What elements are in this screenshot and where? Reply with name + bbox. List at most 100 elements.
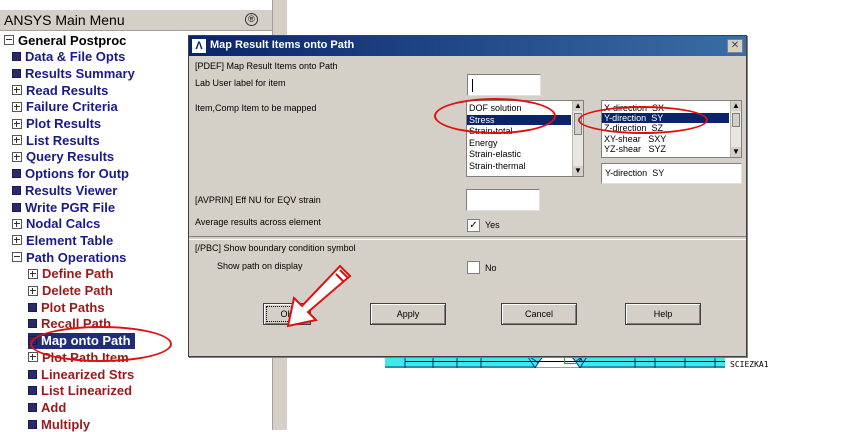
expand-icon <box>12 118 22 129</box>
dialog-title-bar[interactable]: Λ Map Result Items onto Path ✕ <box>189 36 746 56</box>
scroll-thumb[interactable] <box>732 113 740 127</box>
menu-title: ANSYS Main Menu <box>4 12 125 28</box>
menu-item[interactable]: Path Operations <box>12 249 126 265</box>
menu-leaf-icon <box>12 68 21 78</box>
menu-leaf-icon <box>28 386 37 396</box>
menu-item-label: Delete Path <box>42 283 113 298</box>
scroll-down-icon[interactable]: ▼ <box>573 166 583 176</box>
close-icon[interactable]: ✕ <box>727 39 743 53</box>
lab-input[interactable] <box>467 74 541 96</box>
menu-leaf-icon <box>12 185 21 195</box>
path-line <box>405 361 725 362</box>
menu-leaf-icon <box>28 369 37 379</box>
menu-item-label: Failure Criteria <box>26 99 118 115</box>
menu-leaf-icon <box>12 52 21 62</box>
menu-item[interactable]: Write PGR File <box>12 199 115 215</box>
menu-item-label: List Results <box>26 132 100 148</box>
menu-item[interactable]: Element Table <box>12 232 113 248</box>
expand-icon <box>28 285 38 296</box>
avprin-input[interactable] <box>466 189 540 211</box>
menu-item[interactable]: List Linearized <box>28 383 132 399</box>
cancel-button[interactable]: Cancel <box>501 303 577 325</box>
menu-item-label: Read Results <box>26 82 109 98</box>
annotation-arrow-icon <box>286 264 352 328</box>
menu-item-label: Results Summary <box>25 65 135 81</box>
menu-item-label: Data & File Opts <box>25 49 126 65</box>
selected-component-field[interactable]: Y-direction SY <box>601 163 742 184</box>
menu-item[interactable]: Plot Results <box>12 116 101 132</box>
axis-x-marker <box>564 363 576 364</box>
menu-item[interactable]: Nodal Calcs <box>12 216 100 232</box>
item-option[interactable]: Strain-thermal <box>469 161 571 171</box>
menu-item-label: Path Operations <box>26 249 127 265</box>
menu-header: ANSYS Main Menu ® <box>0 10 272 31</box>
scroll-down-icon[interactable]: ▼ <box>731 147 741 157</box>
expand-icon <box>12 101 22 112</box>
expand-icon <box>12 235 22 246</box>
menu-item[interactable]: Add <box>28 399 66 415</box>
menu-item[interactable]: Delete Path <box>28 283 113 299</box>
menu-leaf-icon <box>28 319 37 329</box>
scroll-up-icon[interactable]: ▲ <box>573 101 583 111</box>
show-path-checkbox[interactable] <box>467 261 480 274</box>
apply-button[interactable]: Apply <box>370 303 446 325</box>
collapse-icon <box>12 252 22 263</box>
path-name-label: SCIEZKA1 <box>730 360 769 369</box>
component-option[interactable]: YZ-shear SYZ <box>604 144 729 154</box>
menu-item-label: Linearized Strs <box>41 366 135 382</box>
menu-item[interactable]: Data & File Opts <box>12 49 125 65</box>
menu-item[interactable]: Linearized Strs <box>28 366 134 382</box>
menu-item-label: Define Path <box>42 266 114 282</box>
ansys-logo-icon: Λ <box>192 39 206 53</box>
show-path-option-label: No <box>485 263 497 273</box>
menu-item[interactable]: Options for Outp <box>12 166 129 182</box>
menu-item-label: List Linearized <box>41 383 133 399</box>
menu-item[interactable]: Define Path <box>28 266 114 282</box>
item-scrollbar[interactable]: ▲ ▼ <box>572 101 583 176</box>
menu-leaf-icon <box>12 202 21 212</box>
expand-icon <box>12 218 22 229</box>
menu-leaf-icon <box>28 302 37 312</box>
item-comp-label: Item,Comp Item to be mapped <box>195 103 317 113</box>
item-option[interactable]: Energy <box>469 138 571 148</box>
menu-item[interactable]: List Results <box>12 132 100 148</box>
dialog-separator <box>189 236 746 240</box>
menu-item[interactable]: General Postproc <box>4 32 126 48</box>
menu-item[interactable]: Results Viewer <box>12 182 117 198</box>
scroll-up-icon[interactable]: ▲ <box>731 101 741 111</box>
component-scrollbar[interactable]: ▲ ▼ <box>730 101 741 157</box>
pdef-header: [PDEF] Map Result Items onto Path <box>195 61 338 71</box>
expand-icon <box>12 135 22 146</box>
menu-item-label: Options for Outp <box>25 166 129 182</box>
pbc-label: [/PBC] Show boundary condition symbol <box>195 243 356 253</box>
item-option[interactable]: Strain-elastic <box>469 149 571 159</box>
expand-icon <box>12 151 22 162</box>
component-option[interactable]: XY-shear SXY <box>604 134 729 144</box>
expand-icon <box>12 85 22 96</box>
menu-item[interactable]: Results Summary <box>12 65 135 81</box>
menu-item-label: Write PGR File <box>25 199 116 215</box>
menu-item[interactable]: Failure Criteria <box>12 99 118 115</box>
help-button[interactable]: Help <box>625 303 701 325</box>
collapse-icon <box>4 35 14 45</box>
menu-item-label: Query Results <box>26 149 115 165</box>
menu-item-label: Multiply <box>41 416 91 432</box>
menu-item[interactable]: Query Results <box>12 149 114 165</box>
menu-item-label: Plot Paths <box>41 299 105 315</box>
annotation-circle-item <box>434 98 556 134</box>
menu-item[interactable]: Read Results <box>12 82 108 98</box>
menu-leaf-icon <box>12 169 21 179</box>
menu-leaf-icon <box>28 402 37 412</box>
menu-item-label: Nodal Calcs <box>26 216 101 232</box>
menu-item-label: Element Table <box>26 232 114 248</box>
annotation-circle-menu <box>30 326 172 362</box>
expand-icon <box>28 352 38 363</box>
expand-icon <box>28 268 38 279</box>
collapse-icon[interactable]: ® <box>245 13 258 26</box>
menu-item-label: General Postproc <box>18 32 127 48</box>
menu-item-label: Plot Results <box>26 116 102 131</box>
avprin-label: [AVPRIN] Eff NU for EQV strain <box>195 195 321 205</box>
menu-item[interactable]: Plot Paths <box>28 299 105 315</box>
average-checkbox[interactable]: ✓ <box>467 219 480 232</box>
average-label: Average results across element <box>195 217 321 227</box>
